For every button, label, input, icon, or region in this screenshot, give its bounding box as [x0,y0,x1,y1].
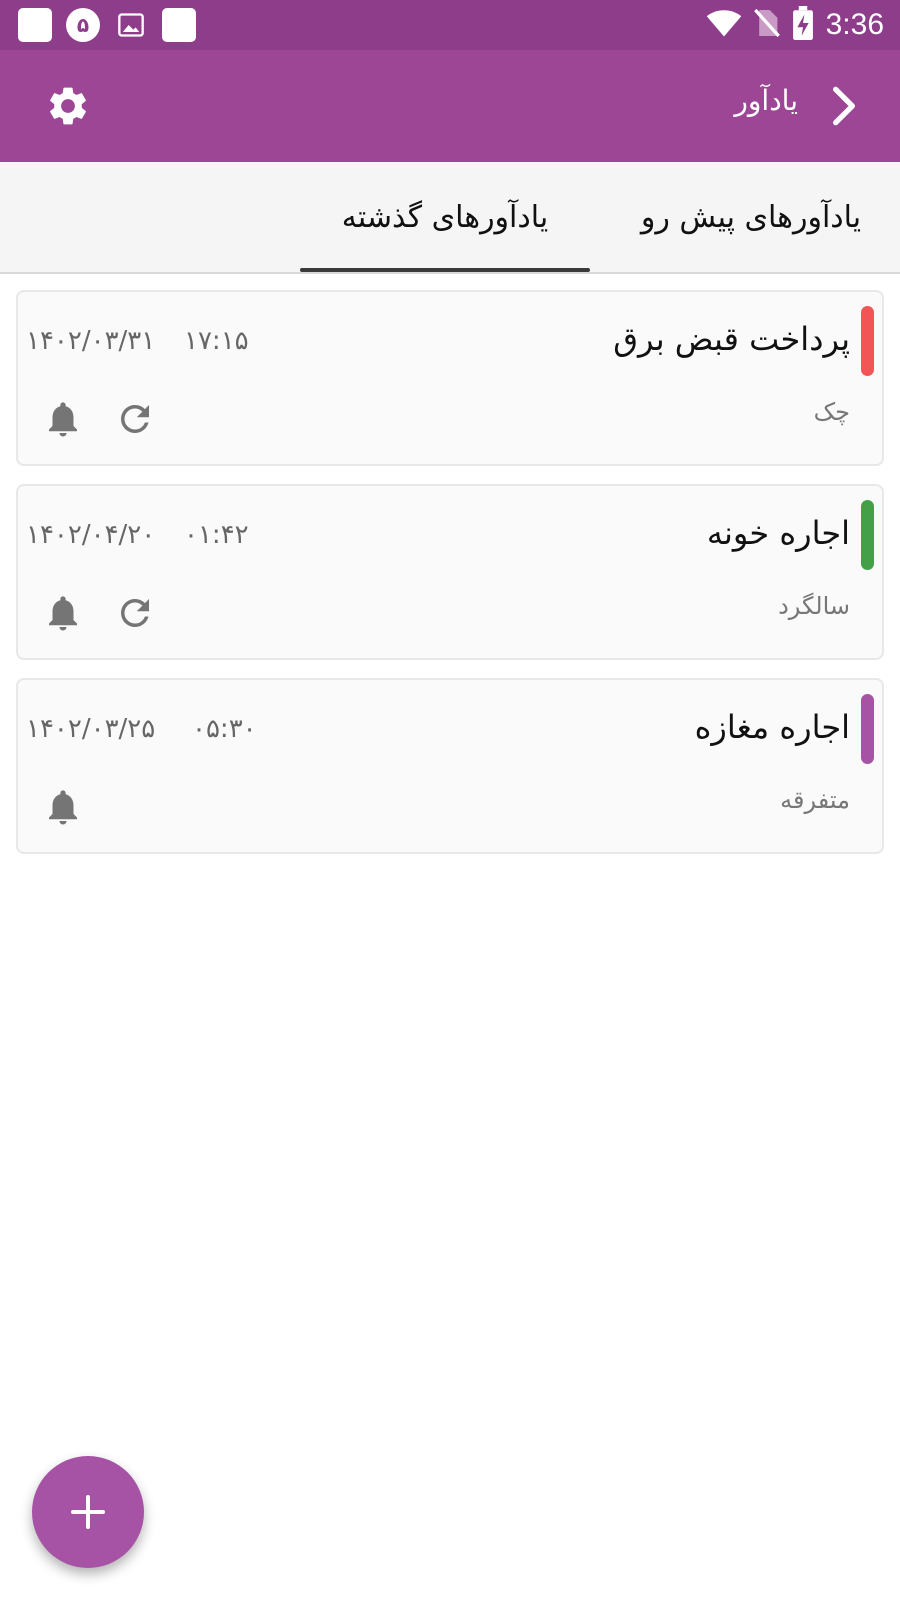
system-icons: 3:36 [694,6,884,44]
reminder-date: ۱۴۰۲/۰۴/۲۰ [26,520,156,550]
add-reminder-button[interactable] [32,1456,144,1568]
reminder-color-bar [861,694,874,764]
reminder-time: ۰۵:۳۰ [192,714,257,744]
reminder-card[interactable]: اجاره خونه سالگرد ۰۱:۴۲ ۱۴۰۲/۰۴/۲۰ [16,484,884,660]
chevron-right-icon [833,86,855,126]
gear-icon [50,87,86,125]
no-sim-icon [753,7,780,43]
tab-bar: یادآورهای پیش رو یادآورهای گذشته [0,162,900,274]
active-tab-indicator [300,268,590,272]
clock: 3:36 [825,8,884,41]
settings-button[interactable] [42,80,94,132]
repeat-icon[interactable] [114,592,156,634]
bell-icon[interactable] [42,396,84,442]
bell-icon[interactable] [42,784,84,830]
reminder-color-bar [861,306,874,376]
plus-icon [71,1495,105,1529]
status-bar: ۵ 3:36 [0,0,900,50]
tab-past-reminders[interactable]: یادآورهای گذشته [300,162,590,272]
battery-charging-icon [792,6,814,44]
reminder-category: چک [813,398,850,426]
app-bar: یادآور [0,50,900,162]
tab-upcoming-reminders[interactable]: یادآورهای پیش رو [602,162,900,272]
reminder-time: ۱۷:۱۵ [184,326,249,356]
reminder-date: ۱۴۰۲/۰۳/۲۵ [26,714,156,744]
bell-icon[interactable] [42,590,84,636]
reminder-card[interactable]: پرداخت قبض برق چک ۱۷:۱۵ ۱۴۰۲/۰۳/۳۱ [16,290,884,466]
reminder-time: ۰۱:۴۲ [184,520,249,550]
reminder-color-bar [861,500,874,570]
wifi-icon [706,8,742,42]
reminder-card[interactable]: اجاره مغازه متفرقه ۰۵:۳۰ ۱۴۰۲/۰۳/۲۵ [16,678,884,854]
reminder-category: سالگرد [778,592,850,620]
app-square-icon [18,8,52,42]
back-button[interactable] [822,84,866,128]
reminder-category: متفرقه [780,786,850,814]
app-square-icon [162,8,196,42]
reminder-title: اجاره مغازه [694,708,850,746]
reminder-title: اجاره خونه [706,514,850,552]
image-icon [114,8,148,42]
repeat-icon[interactable] [114,398,156,440]
notification-icons: ۵ [18,8,210,42]
page-title: یادآور [734,84,798,117]
reminder-date: ۱۴۰۲/۰۳/۳۱ [26,326,156,356]
reminder-title: پرداخت قبض برق [613,320,850,358]
badge-circle-icon: ۵ [66,8,100,42]
